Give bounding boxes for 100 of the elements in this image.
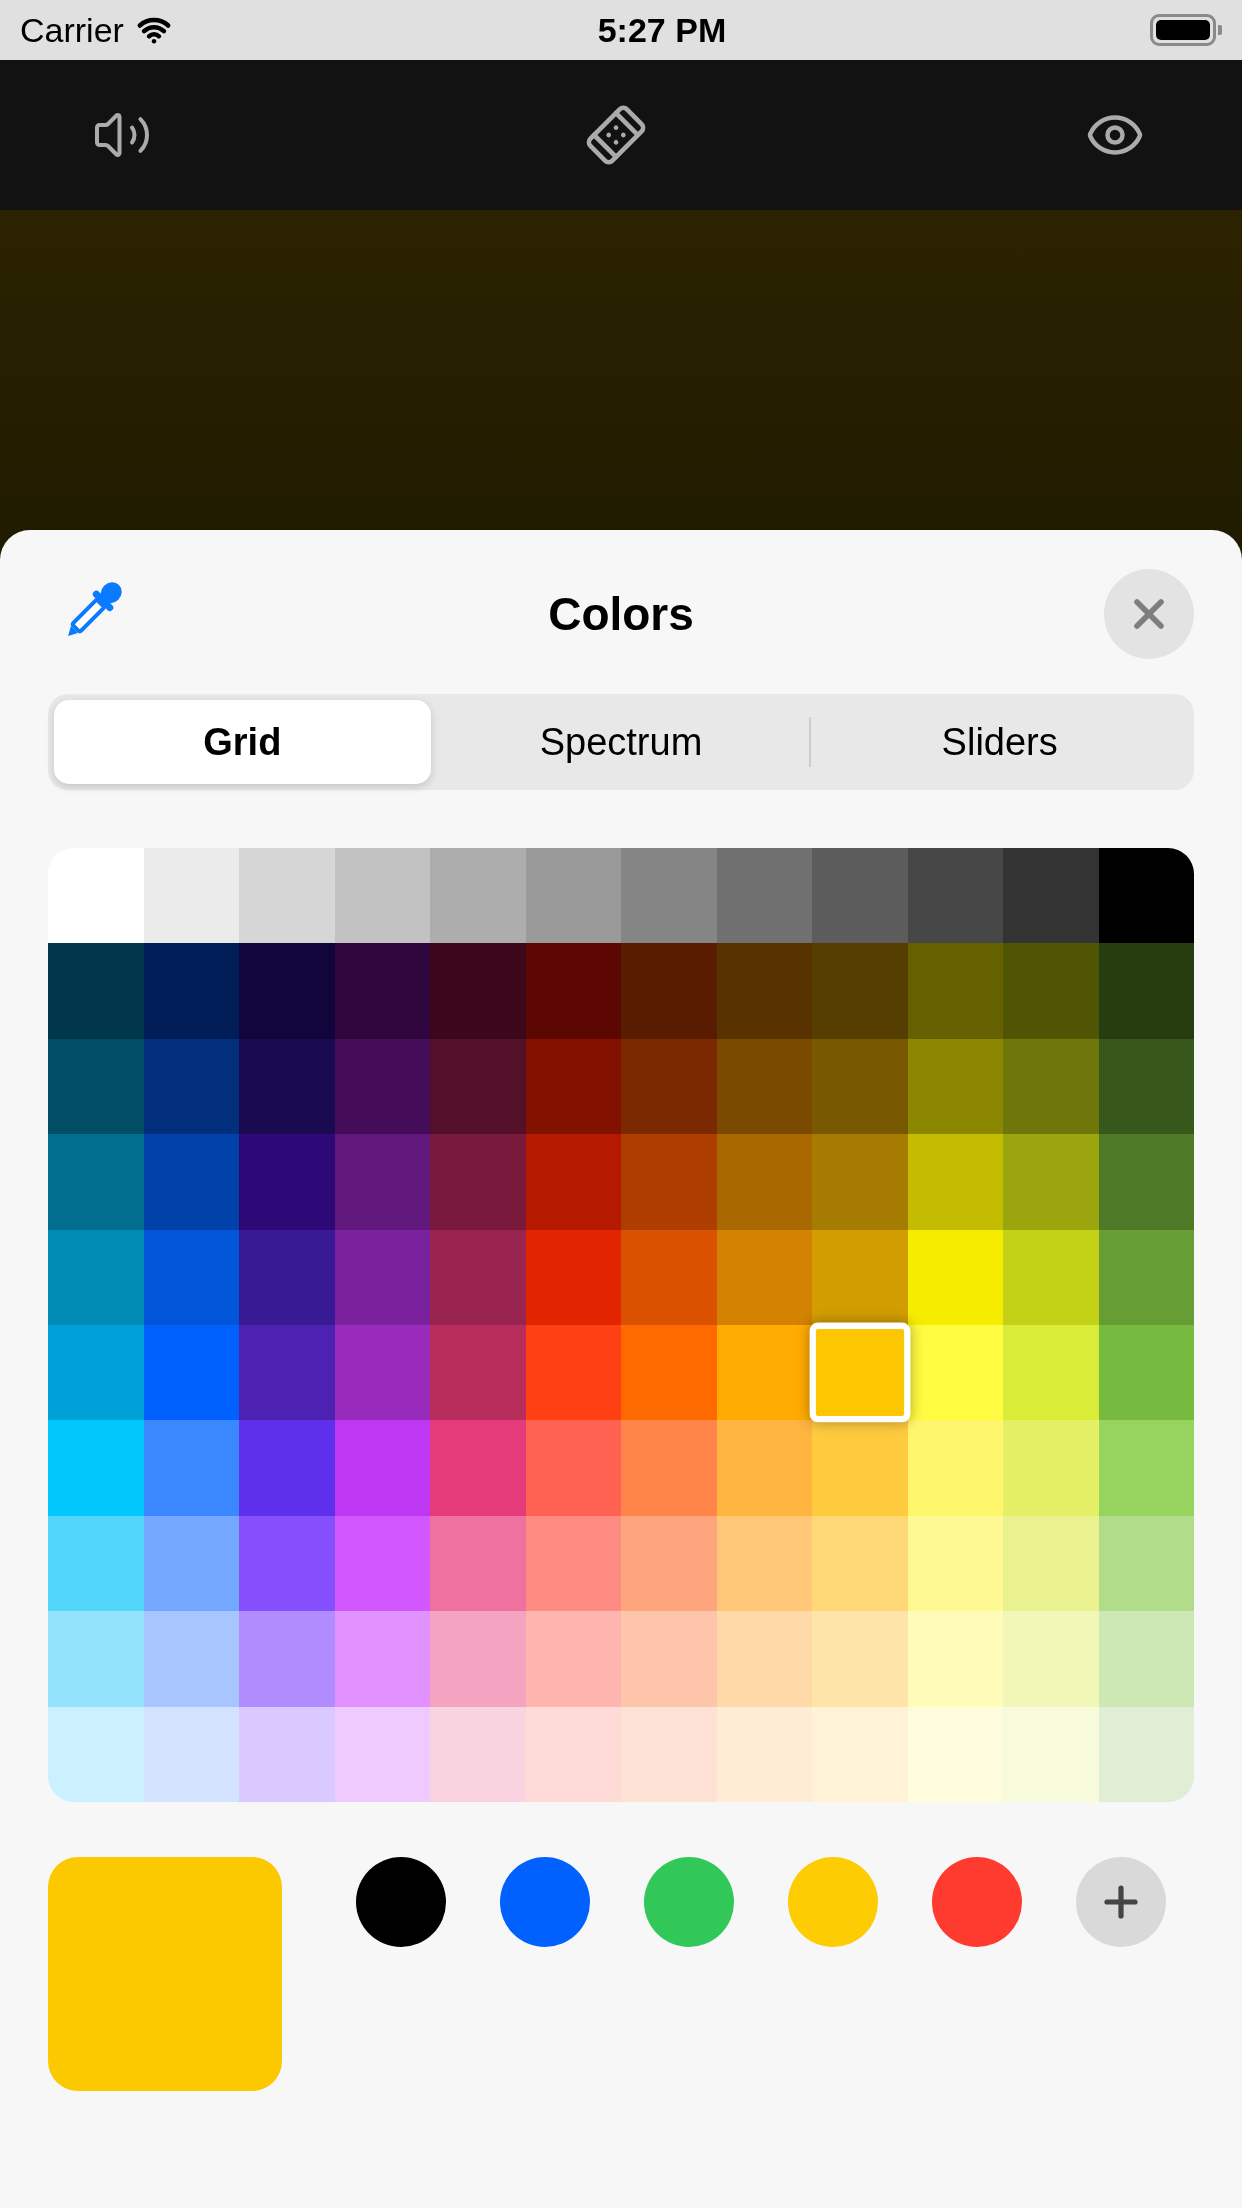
- swatch-icon[interactable]: [525, 1229, 621, 1325]
- swatch-icon[interactable]: [525, 1038, 621, 1135]
- swatch-icon[interactable]: [143, 943, 239, 1039]
- swatch-icon[interactable]: [334, 943, 430, 1039]
- swatch-icon[interactable]: [621, 1420, 717, 1516]
- swatch-icon[interactable]: [1003, 1420, 1099, 1516]
- swatch-icon[interactable]: [812, 1038, 908, 1135]
- swatch-icon[interactable]: [1098, 1134, 1194, 1230]
- swatch-icon[interactable]: [334, 1134, 430, 1230]
- swatch-icon[interactable]: [334, 848, 430, 944]
- swatch-icon[interactable]: [525, 1611, 621, 1707]
- swatch-icon[interactable]: [1003, 1038, 1099, 1135]
- swatch-icon[interactable]: [621, 1706, 717, 1802]
- swatch-icon[interactable]: [239, 1038, 335, 1135]
- swatch-icon[interactable]: [239, 1134, 335, 1230]
- swatch-icon[interactable]: [143, 1229, 239, 1325]
- swatch-icon[interactable]: [525, 1420, 621, 1516]
- swatch-icon[interactable]: [239, 1611, 335, 1707]
- swatch-icon[interactable]: [716, 1706, 812, 1802]
- swatch-icon[interactable]: [525, 1706, 621, 1802]
- swatch-icon[interactable]: [334, 1515, 430, 1612]
- swatch-icon[interactable]: [1098, 1038, 1194, 1135]
- swatch-icon[interactable]: [48, 1038, 144, 1135]
- swatch-icon[interactable]: [621, 1515, 717, 1612]
- swatch-icon[interactable]: [525, 943, 621, 1039]
- swatch-icon[interactable]: [1003, 1325, 1099, 1421]
- swatch-icon[interactable]: [239, 1229, 335, 1325]
- swatch-icon[interactable]: [143, 1420, 239, 1516]
- swatch-icon[interactable]: [143, 1611, 239, 1707]
- swatch-icon[interactable]: [430, 1229, 526, 1325]
- swatch-icon[interactable]: [1003, 1706, 1099, 1802]
- swatch-icon[interactable]: [812, 1611, 908, 1707]
- swatch-icon[interactable]: [334, 1229, 430, 1325]
- swatch-icon[interactable]: [430, 1134, 526, 1230]
- swatch-icon[interactable]: [48, 1706, 144, 1802]
- swatch-icon[interactable]: [1003, 1515, 1099, 1612]
- swatch-icon[interactable]: [430, 1515, 526, 1612]
- swatch-icon[interactable]: [525, 1515, 621, 1612]
- swatch-icon[interactable]: [907, 1038, 1003, 1135]
- swatch-icon[interactable]: [48, 1420, 144, 1516]
- swatch-icon[interactable]: [430, 848, 526, 944]
- swatch-icon[interactable]: [143, 1325, 239, 1421]
- swatch-icon[interactable]: [48, 1325, 144, 1421]
- swatch-icon[interactable]: [907, 1229, 1003, 1325]
- segment-tab[interactable]: Sliders: [811, 700, 1188, 784]
- swatch-icon[interactable]: [716, 848, 812, 944]
- swatch-icon[interactable]: [716, 943, 812, 1039]
- swatch-icon[interactable]: [809, 1322, 910, 1423]
- swatch-icon[interactable]: [48, 1515, 144, 1612]
- swatch-icon[interactable]: [430, 1325, 526, 1421]
- swatch-icon[interactable]: [48, 943, 144, 1039]
- swatch-icon[interactable]: [907, 1706, 1003, 1802]
- swatch-icon[interactable]: [143, 1706, 239, 1802]
- swatch-icon[interactable]: [907, 1515, 1003, 1612]
- swatch-icon[interactable]: [716, 1515, 812, 1612]
- swatch-icon[interactable]: [1098, 943, 1194, 1039]
- swatch-icon[interactable]: [239, 1515, 335, 1612]
- swatch-icon[interactable]: [812, 1420, 908, 1516]
- swatch-icon[interactable]: [430, 1420, 526, 1516]
- swatch-icon[interactable]: [334, 1611, 430, 1707]
- swatch-icon[interactable]: [48, 1134, 144, 1230]
- swatch-icon[interactable]: [430, 1611, 526, 1707]
- swatch-icon[interactable]: [812, 1229, 908, 1325]
- swatch-icon[interactable]: [907, 1420, 1003, 1516]
- swatch-icon[interactable]: [621, 1611, 717, 1707]
- swatch-icon[interactable]: [239, 1325, 335, 1421]
- swatch-icon[interactable]: [907, 943, 1003, 1039]
- swatch-icon[interactable]: [1003, 943, 1099, 1039]
- swatch-icon[interactable]: [1098, 1706, 1194, 1802]
- swatch-icon[interactable]: [430, 1706, 526, 1802]
- swatch-icon[interactable]: [1098, 1420, 1194, 1516]
- swatch-icon[interactable]: [621, 1229, 717, 1325]
- swatch-icon[interactable]: [812, 1515, 908, 1612]
- swatch-icon[interactable]: [334, 1038, 430, 1135]
- swatch-icon[interactable]: [621, 1038, 717, 1135]
- swatch-icon[interactable]: [48, 1229, 144, 1325]
- swatch-icon[interactable]: [1003, 1229, 1099, 1325]
- swatch-icon[interactable]: [716, 1038, 812, 1135]
- swatch-icon[interactable]: [716, 1420, 812, 1516]
- swatch-icon[interactable]: [621, 848, 717, 944]
- swatch-icon[interactable]: [143, 1515, 239, 1612]
- swatch-icon[interactable]: [1003, 1134, 1099, 1230]
- swatch-icon[interactable]: [907, 1325, 1003, 1421]
- swatch-icon[interactable]: [239, 848, 335, 944]
- bandage-icon[interactable]: [585, 104, 647, 166]
- swatch-icon[interactable]: [812, 1706, 908, 1802]
- swatch-icon[interactable]: [48, 1611, 144, 1707]
- swatch-icon[interactable]: [143, 1134, 239, 1230]
- swatch-icon[interactable]: [334, 1420, 430, 1516]
- swatch-icon[interactable]: [716, 1229, 812, 1325]
- swatch-icon[interactable]: [621, 943, 717, 1039]
- swatch-icon[interactable]: [1098, 1611, 1194, 1707]
- swatch-icon[interactable]: [1003, 1611, 1099, 1707]
- swatch-icon[interactable]: [812, 1134, 908, 1230]
- swatch-icon[interactable]: [907, 1611, 1003, 1707]
- swatch-icon[interactable]: [1003, 848, 1099, 944]
- swatch-icon[interactable]: [716, 1134, 812, 1230]
- swatch-icon[interactable]: [239, 1706, 335, 1802]
- swatch-icon[interactable]: [334, 1706, 430, 1802]
- segment-tab[interactable]: Spectrum: [432, 700, 810, 784]
